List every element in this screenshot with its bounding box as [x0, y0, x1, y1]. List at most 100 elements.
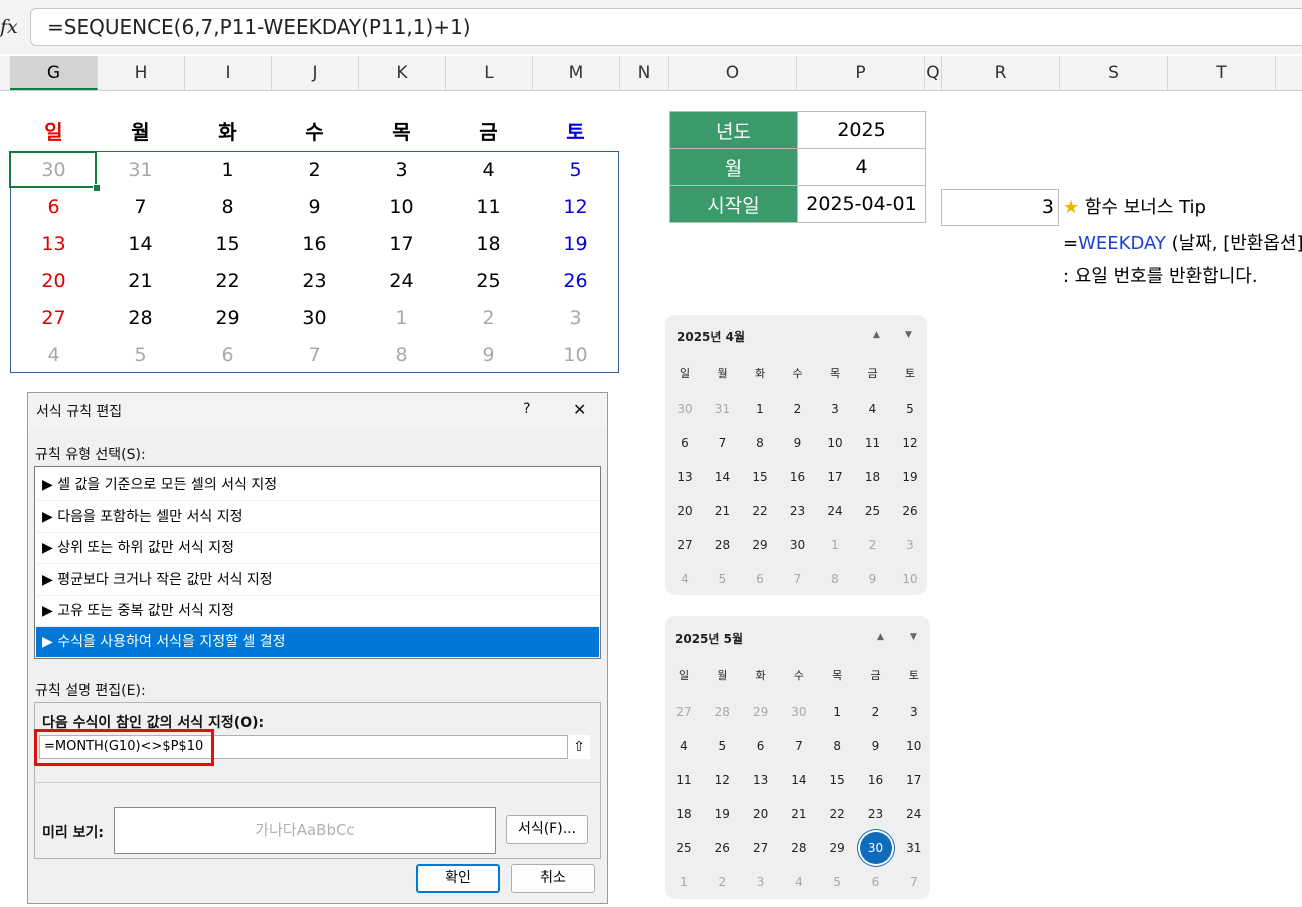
collapse-dialog-icon[interactable]: ⇧ [567, 735, 590, 759]
ok-button[interactable]: 확인 [416, 864, 500, 893]
formula-input[interactable]: =SEQUENCE(6,7,P11-WEEKDAY(P11,1)+1) [30, 8, 1302, 46]
mini-day-cell[interactable]: 6 [857, 865, 895, 899]
mini-day-cell[interactable]: 20 [666, 494, 704, 528]
mini-day-cell[interactable]: 10 [891, 562, 929, 596]
mini-day-cell[interactable]: 4 [666, 562, 704, 596]
calendar-day-cell[interactable]: 11 [445, 189, 532, 226]
calendar-day-cell[interactable]: 8 [358, 337, 445, 374]
calendar-day-cell[interactable]: 13 [10, 226, 97, 263]
calendar-day-cell[interactable]: 25 [445, 263, 532, 300]
calendar-day-cell[interactable]: 6 [184, 337, 271, 374]
mini-day-cell[interactable]: 22 [741, 494, 779, 528]
mini-day-cell[interactable]: 27 [742, 831, 780, 865]
mini-day-cell[interactable]: 15 [818, 763, 856, 797]
mini-day-cell[interactable]: 27 [665, 695, 703, 729]
calendar-day-cell[interactable]: 17 [358, 226, 445, 263]
column-header-j[interactable]: J [272, 56, 359, 90]
mini-day-cell[interactable]: 3 [742, 865, 780, 899]
calendar-day-cell[interactable]: 22 [184, 263, 271, 300]
format-button[interactable]: 서식(F)... [506, 815, 588, 844]
mini-day-cell[interactable]: 17 [895, 763, 933, 797]
mini-day-cell[interactable]: 5 [703, 729, 741, 763]
column-header-o[interactable]: O [669, 56, 797, 90]
mini-day-cell[interactable]: 9 [857, 729, 895, 763]
rule-type-item[interactable]: ▶ 다음을 포함하는 셀만 서식 지정 [36, 502, 599, 533]
mini-day-cell[interactable]: 5 [891, 392, 929, 426]
mini-day-cell[interactable]: 28 [703, 695, 741, 729]
year-value[interactable]: 2025 [797, 111, 926, 149]
calendar-day-cell[interactable]: 24 [358, 263, 445, 300]
mini-day-cell[interactable]: 4 [665, 729, 703, 763]
calendar-day-cell[interactable]: 23 [271, 263, 358, 300]
mini-day-cell[interactable]: 14 [780, 763, 818, 797]
month-down-arrow-icon[interactable]: ▼ [905, 330, 912, 340]
mini-day-cell[interactable]: 2 [779, 392, 817, 426]
mini-day-cell[interactable]: 19 [703, 797, 741, 831]
column-header-k[interactable]: K [359, 56, 446, 90]
mini-day-cell[interactable]: 3 [891, 528, 929, 562]
rule-type-item-selected[interactable]: ▶ 수식을 사용하여 서식을 지정할 셀 결정 [36, 627, 599, 658]
column-header-r[interactable]: R [942, 56, 1060, 90]
calendar-day-cell[interactable]: 9 [271, 189, 358, 226]
mini-day-cell[interactable]: 1 [741, 392, 779, 426]
month-up-arrow-icon[interactable]: ▲ [873, 330, 880, 340]
mini-day-cell[interactable]: 16 [779, 460, 817, 494]
calendar-day-cell[interactable]: 18 [445, 226, 532, 263]
mini-day-cell[interactable]: 8 [816, 562, 854, 596]
calendar-day-cell[interactable]: 4 [445, 152, 532, 189]
mini-day-cell[interactable]: 7 [895, 865, 933, 899]
mini-day-cell[interactable]: 30 [779, 528, 817, 562]
mini-today-date[interactable]: 30 [859, 832, 892, 864]
mini-day-cell[interactable]: 31 [704, 392, 742, 426]
calendar-day-cell[interactable]: 28 [97, 300, 184, 337]
mini-day-cell[interactable]: 14 [704, 460, 742, 494]
calendar-day-cell[interactable]: 10 [358, 189, 445, 226]
column-header-l[interactable]: L [446, 56, 533, 90]
mini-day-cell[interactable]: 6 [742, 729, 780, 763]
calendar-day-cell[interactable]: 3 [532, 300, 619, 337]
calendar-day-cell[interactable]: 29 [184, 300, 271, 337]
mini-day-cell[interactable]: 22 [818, 797, 856, 831]
mini-day-cell[interactable]: 4 [780, 865, 818, 899]
mini-day-cell[interactable]: 23 [779, 494, 817, 528]
mini-day-cell[interactable]: 3 [895, 695, 933, 729]
calendar-day-cell[interactable]: 26 [532, 263, 619, 300]
calendar-day-cell[interactable]: 30 [271, 300, 358, 337]
column-header-i[interactable]: I [185, 56, 272, 90]
calendar-day-cell[interactable]: 20 [10, 263, 97, 300]
mini-day-cell[interactable]: 11 [665, 763, 703, 797]
calendar-day-cell[interactable]: 2 [271, 152, 358, 189]
help-button[interactable]: ? [523, 401, 530, 417]
calendar-day-cell[interactable]: 1 [358, 300, 445, 337]
mini-day-cell[interactable]: 18 [854, 460, 892, 494]
mini-day-cell[interactable]: 8 [741, 426, 779, 460]
calendar-day-cell[interactable]: 8 [184, 189, 271, 226]
mini-day-cell[interactable]: 27 [666, 528, 704, 562]
mini-day-cell[interactable]: 25 [854, 494, 892, 528]
column-header-t[interactable]: T [1168, 56, 1276, 90]
calendar-day-cell[interactable]: 5 [97, 337, 184, 374]
calendar-day-cell[interactable]: 31 [97, 152, 184, 189]
mini-day-cell[interactable]: 13 [666, 460, 704, 494]
calendar-day-cell[interactable]: 21 [97, 263, 184, 300]
mini-day-cell[interactable]: 28 [704, 528, 742, 562]
start-date-value[interactable]: 2025-04-01 [797, 185, 926, 223]
weekday-result-cell[interactable]: 3 [941, 189, 1059, 226]
mini-day-cell[interactable]: 18 [665, 797, 703, 831]
mini-day-cell[interactable]: 11 [854, 426, 892, 460]
mini-day-cell[interactable]: 1 [818, 695, 856, 729]
mini-day-cell[interactable]: 24 [895, 797, 933, 831]
column-header-q[interactable]: Q [925, 56, 942, 90]
mini-day-cell[interactable]: 31 [895, 831, 933, 865]
mini-day-cell[interactable]: 2 [854, 528, 892, 562]
mini-day-cell[interactable]: 8 [818, 729, 856, 763]
calendar-day-cell[interactable]: 3 [358, 152, 445, 189]
mini-day-cell[interactable]: 6 [666, 426, 704, 460]
calendar-day-cell[interactable]: 19 [532, 226, 619, 263]
rule-type-item[interactable]: ▶ 고유 또는 중복 값만 서식 지정 [36, 596, 599, 627]
mini-day-cell[interactable]: 20 [742, 797, 780, 831]
calendar-day-cell[interactable]: 9 [445, 337, 532, 374]
mini-day-cell[interactable]: 28 [780, 831, 818, 865]
calendar-day-cell[interactable]: 4 [10, 337, 97, 374]
mini-day-cell[interactable]: 13 [742, 763, 780, 797]
